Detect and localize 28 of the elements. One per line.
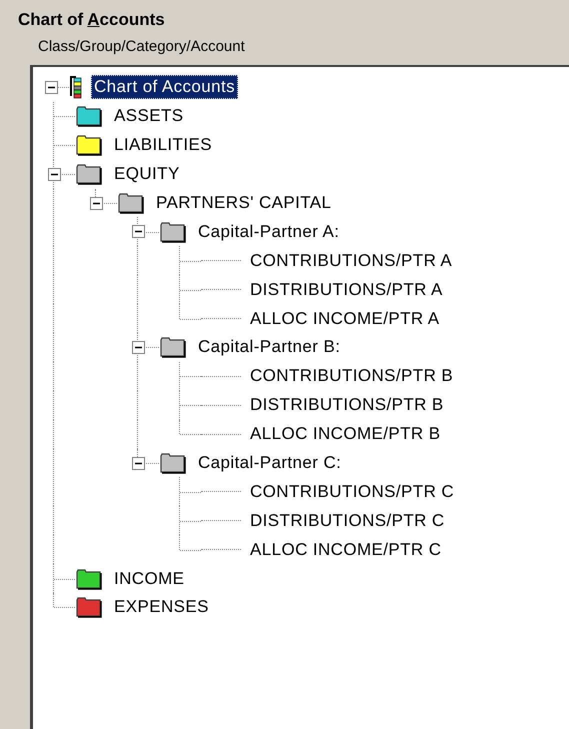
- collapse-icon[interactable]: [132, 340, 144, 354]
- panel-title: Chart of Accounts: [18, 10, 165, 30]
- tree-item[interactable]: Chart of Accounts: [91, 75, 238, 100]
- tree-item[interactable]: Capital-Partner B:: [195, 335, 344, 360]
- column-header: Class/Group/Category/Account: [38, 38, 245, 55]
- tree-item[interactable]: Capital-Partner C:: [195, 451, 344, 476]
- tree-item[interactable]: EQUITY: [111, 162, 183, 186]
- tree-item[interactable]: ASSETS: [111, 104, 186, 128]
- tree-item[interactable]: Capital-Partner A:: [195, 220, 342, 244]
- tree-item[interactable]: EXPENSES: [111, 595, 212, 620]
- tree-item[interactable]: CONTRIBUTIONS/PTR B: [247, 364, 456, 388]
- tree-item[interactable]: CONTRIBUTIONS/PTR A: [247, 248, 456, 273]
- tree-item[interactable]: ALLOC INCOME/PTR B: [247, 422, 444, 446]
- collapse-icon[interactable]: [132, 456, 144, 470]
- collapse-icon[interactable]: [44, 80, 58, 94]
- tree-item[interactable]: LIABILITIES: [111, 133, 215, 158]
- tree-icon: [69, 75, 83, 100]
- tree-item[interactable]: DISTRIBUTIONS/PTR B: [247, 393, 447, 418]
- tree-item[interactable]: PARTNERS' CAPITAL: [153, 191, 334, 215]
- tree-item[interactable]: CONTRIBUTIONS/PTR C: [247, 480, 458, 504]
- tree-item[interactable]: DISTRIBUTIONS/PTR A: [247, 278, 446, 302]
- collapse-icon[interactable]: [90, 196, 102, 210]
- tree-item[interactable]: INCOME: [111, 566, 188, 591]
- tree-item[interactable]: ALLOC INCOME/PTR A: [247, 306, 443, 331]
- tree-item[interactable]: ALLOC INCOME/PTR C: [247, 538, 444, 562]
- collapse-icon[interactable]: [48, 168, 60, 181]
- collapse-icon[interactable]: [132, 225, 144, 238]
- tree-item[interactable]: DISTRIBUTIONS/PTR C: [247, 508, 448, 533]
